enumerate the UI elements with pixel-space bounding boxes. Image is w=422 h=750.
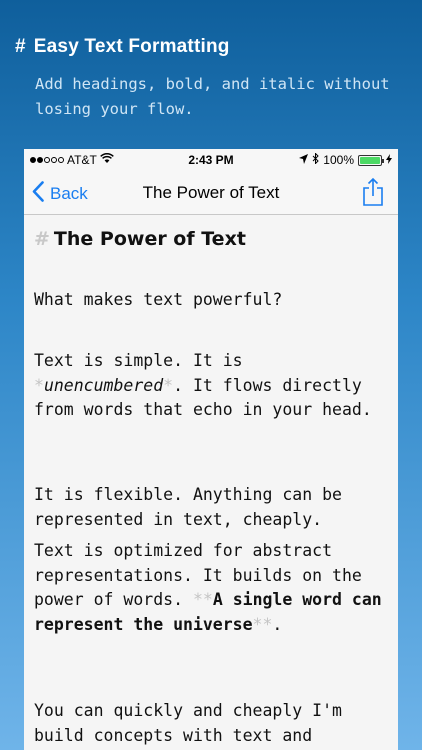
text-editor[interactable]: # The Power of Text What makes text power… [24,215,398,750]
paragraph-2-text-a: Text is simple. It is [34,351,243,370]
share-button[interactable] [360,177,386,207]
location-arrow-icon [299,153,309,167]
paragraph-1: What makes text powerful? [34,290,283,309]
nav-title: The Power of Text [142,183,280,202]
promo-title-text: Easy Text Formatting [33,36,230,57]
heading-text: The Power of Text [53,228,246,250]
bold-marker-open: ** [192,590,213,609]
share-icon [360,177,386,211]
promo-subtitle: Add headings, bold, and italic without l… [35,75,390,118]
paragraph-2: Text is simple. It is *unencumbered*. It… [34,349,390,423]
italic-text: unencumbered [43,375,164,395]
battery-icon [358,154,384,166]
bold-marker-close: ** [252,614,273,634]
paragraph-3: It is flexible. Anything can be represen… [34,485,342,529]
status-bar: AT&T 2:43 PM 100% [24,149,398,171]
promo-banner: # Easy Text Formatting Add headings, bold… [0,0,422,150]
charging-icon [386,153,392,167]
heading-marker: # [34,228,50,250]
battery-percent: 100% [323,153,354,167]
italic-marker-close: * [163,375,174,395]
italic-marker-open: * [34,375,44,395]
navigation-bar: Back The Power of Text [24,171,398,215]
document-heading: # The Power of Text [34,227,246,252]
phone-screen: AT&T 2:43 PM 100% Back The Power of Text… [24,149,398,750]
paragraph-4-text-b: . [272,614,283,634]
battery-level-fill [360,156,380,164]
promo-title: # Easy Text Formatting [15,36,230,58]
paragraph-4: Text is optimized for abstract represent… [34,539,390,637]
status-right: 100% [299,152,392,167]
promo-hash-mark: # [15,36,26,57]
paragraph-5: You can quickly and cheaply I'm build co… [34,701,342,745]
bluetooth-icon [312,152,320,167]
